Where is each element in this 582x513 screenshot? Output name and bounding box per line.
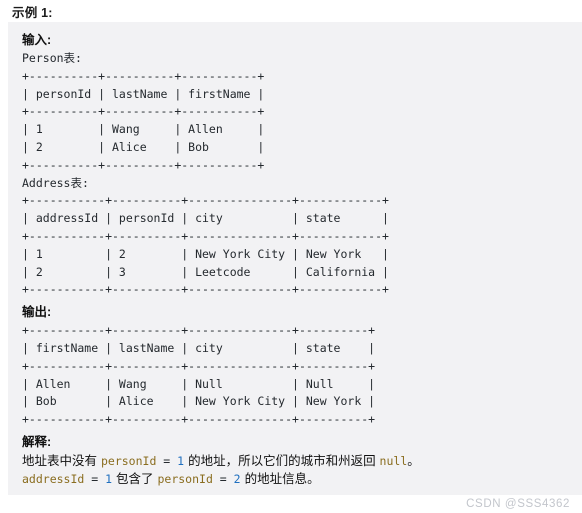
page-title: 示例 1: [12,6,53,20]
explain-null-literal: null [379,453,408,468]
output-section-label: 输出: [22,305,52,320]
address-table-caption: Address表: [22,175,89,190]
input-section-label: 输入: [22,33,52,47]
explain-identifier-personid-2: personId [157,472,213,487]
explain-number-2a: 1 [105,472,113,487]
explain-text-1b: 的地址，所以它们的城市和州返回 [184,452,380,468]
explain-text-2mid: 包含了 [112,471,158,487]
explain-operator-2a: = [84,472,106,487]
explain-operator-2b: = [212,472,234,487]
csdn-watermark: CSDN @SSS4362 [466,498,570,510]
output-table-ascii: +-----------+----------+---------------+… [22,323,376,427]
explain-number-2b: 2 [233,472,241,487]
person-table-caption: Person表: [22,51,82,65]
explain-section-label: 解释: [22,434,52,449]
person-table-ascii: +----------+----------+-----------+ | pe… [22,68,265,172]
explain-line-1: 地址表中没有 personId = 1 的地址，所以它们的城市和州返回 null… [22,452,582,471]
explain-identifier-personid-1: personId [100,453,157,468]
explain-identifier-addressid: addressId [22,472,85,487]
address-table-ascii: +-----------+----------+---------------+… [22,193,389,297]
explain-line-2: addressId = 1 包含了 personId = 2 的地址信息。 [22,470,582,489]
code-panel: 输入: Person表: +----------+----------+----… [8,22,582,495]
explain-text-1a: 地址表中没有 [22,452,101,468]
explain-text-2end: 的地址信息。 [240,471,320,487]
explain-text-1c: 。 [407,452,420,468]
explain-operator-1: = [156,453,178,468]
